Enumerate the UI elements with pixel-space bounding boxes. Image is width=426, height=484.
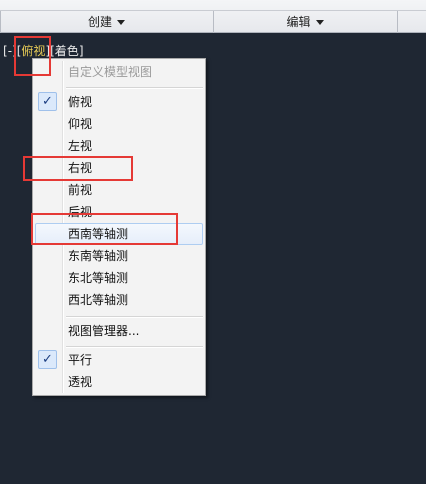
annotation-box-right-view bbox=[23, 156, 133, 181]
ribbon-panel-next[interactable] bbox=[398, 11, 426, 32]
menu-item-label: 自定义模型视图 bbox=[68, 65, 153, 79]
menu-separator bbox=[66, 346, 203, 348]
menu-item-ne-isometric[interactable]: 东北等轴测 bbox=[35, 267, 203, 289]
chevron-down-icon bbox=[315, 20, 324, 25]
menu-item-label: 俯视 bbox=[68, 95, 93, 109]
ribbon-panel-create[interactable]: 创建 bbox=[0, 11, 213, 32]
viewport-visual-style-control[interactable]: 着色 bbox=[55, 42, 79, 59]
annotation-box-view-control bbox=[14, 36, 51, 76]
menu-item-label: 仰视 bbox=[68, 117, 93, 131]
checkmark-icon: ✓ bbox=[38, 92, 57, 111]
menu-item-custom-model-views: 自定义模型视图 bbox=[35, 61, 203, 83]
checkmark-icon: ✓ bbox=[38, 350, 57, 369]
ribbon-panel-bar: 创建 编辑 bbox=[0, 0, 426, 33]
menu-item-left-view[interactable]: 左视 bbox=[35, 135, 203, 157]
menu-item-label: 东北等轴测 bbox=[68, 271, 129, 285]
menu-item-front-view[interactable]: 前视 bbox=[35, 179, 203, 201]
menu-item-top-view[interactable]: ✓ 俯视 bbox=[35, 91, 203, 113]
menu-separator bbox=[66, 87, 203, 89]
menu-item-bottom-view[interactable]: 仰视 bbox=[35, 113, 203, 135]
ribbon-panel-create-label: 创建 bbox=[87, 15, 112, 29]
ribbon-panel-edit[interactable]: 编辑 bbox=[214, 11, 396, 32]
menu-item-label: 西北等轴测 bbox=[68, 293, 129, 307]
menu-item-label: 东南等轴测 bbox=[68, 249, 129, 263]
menu-item-label: 平行 bbox=[68, 353, 93, 367]
menu-item-label: 左视 bbox=[68, 139, 93, 153]
menu-item-perspective[interactable]: 透视 bbox=[35, 371, 203, 393]
menu-item-label: 视图管理器... bbox=[68, 324, 140, 338]
menu-item-label: 透视 bbox=[68, 375, 93, 389]
ribbon-panel-titles: 创建 编辑 bbox=[0, 10, 426, 33]
menu-item-label: 前视 bbox=[68, 183, 93, 197]
chevron-down-icon bbox=[117, 20, 125, 25]
menu-item-parallel[interactable]: ✓ 平行 bbox=[35, 349, 203, 371]
menu-item-view-manager[interactable]: 视图管理器... bbox=[35, 320, 203, 342]
menu-item-se-isometric[interactable]: 东南等轴测 bbox=[35, 245, 203, 267]
ribbon-panel-edit-label: 编辑 bbox=[286, 15, 311, 29]
annotation-box-sw-isometric bbox=[31, 213, 178, 245]
menu-separator bbox=[66, 316, 203, 318]
menu-item-nw-isometric[interactable]: 西北等轴测 bbox=[35, 289, 203, 311]
viewport-bracket: ] bbox=[78, 44, 84, 58]
